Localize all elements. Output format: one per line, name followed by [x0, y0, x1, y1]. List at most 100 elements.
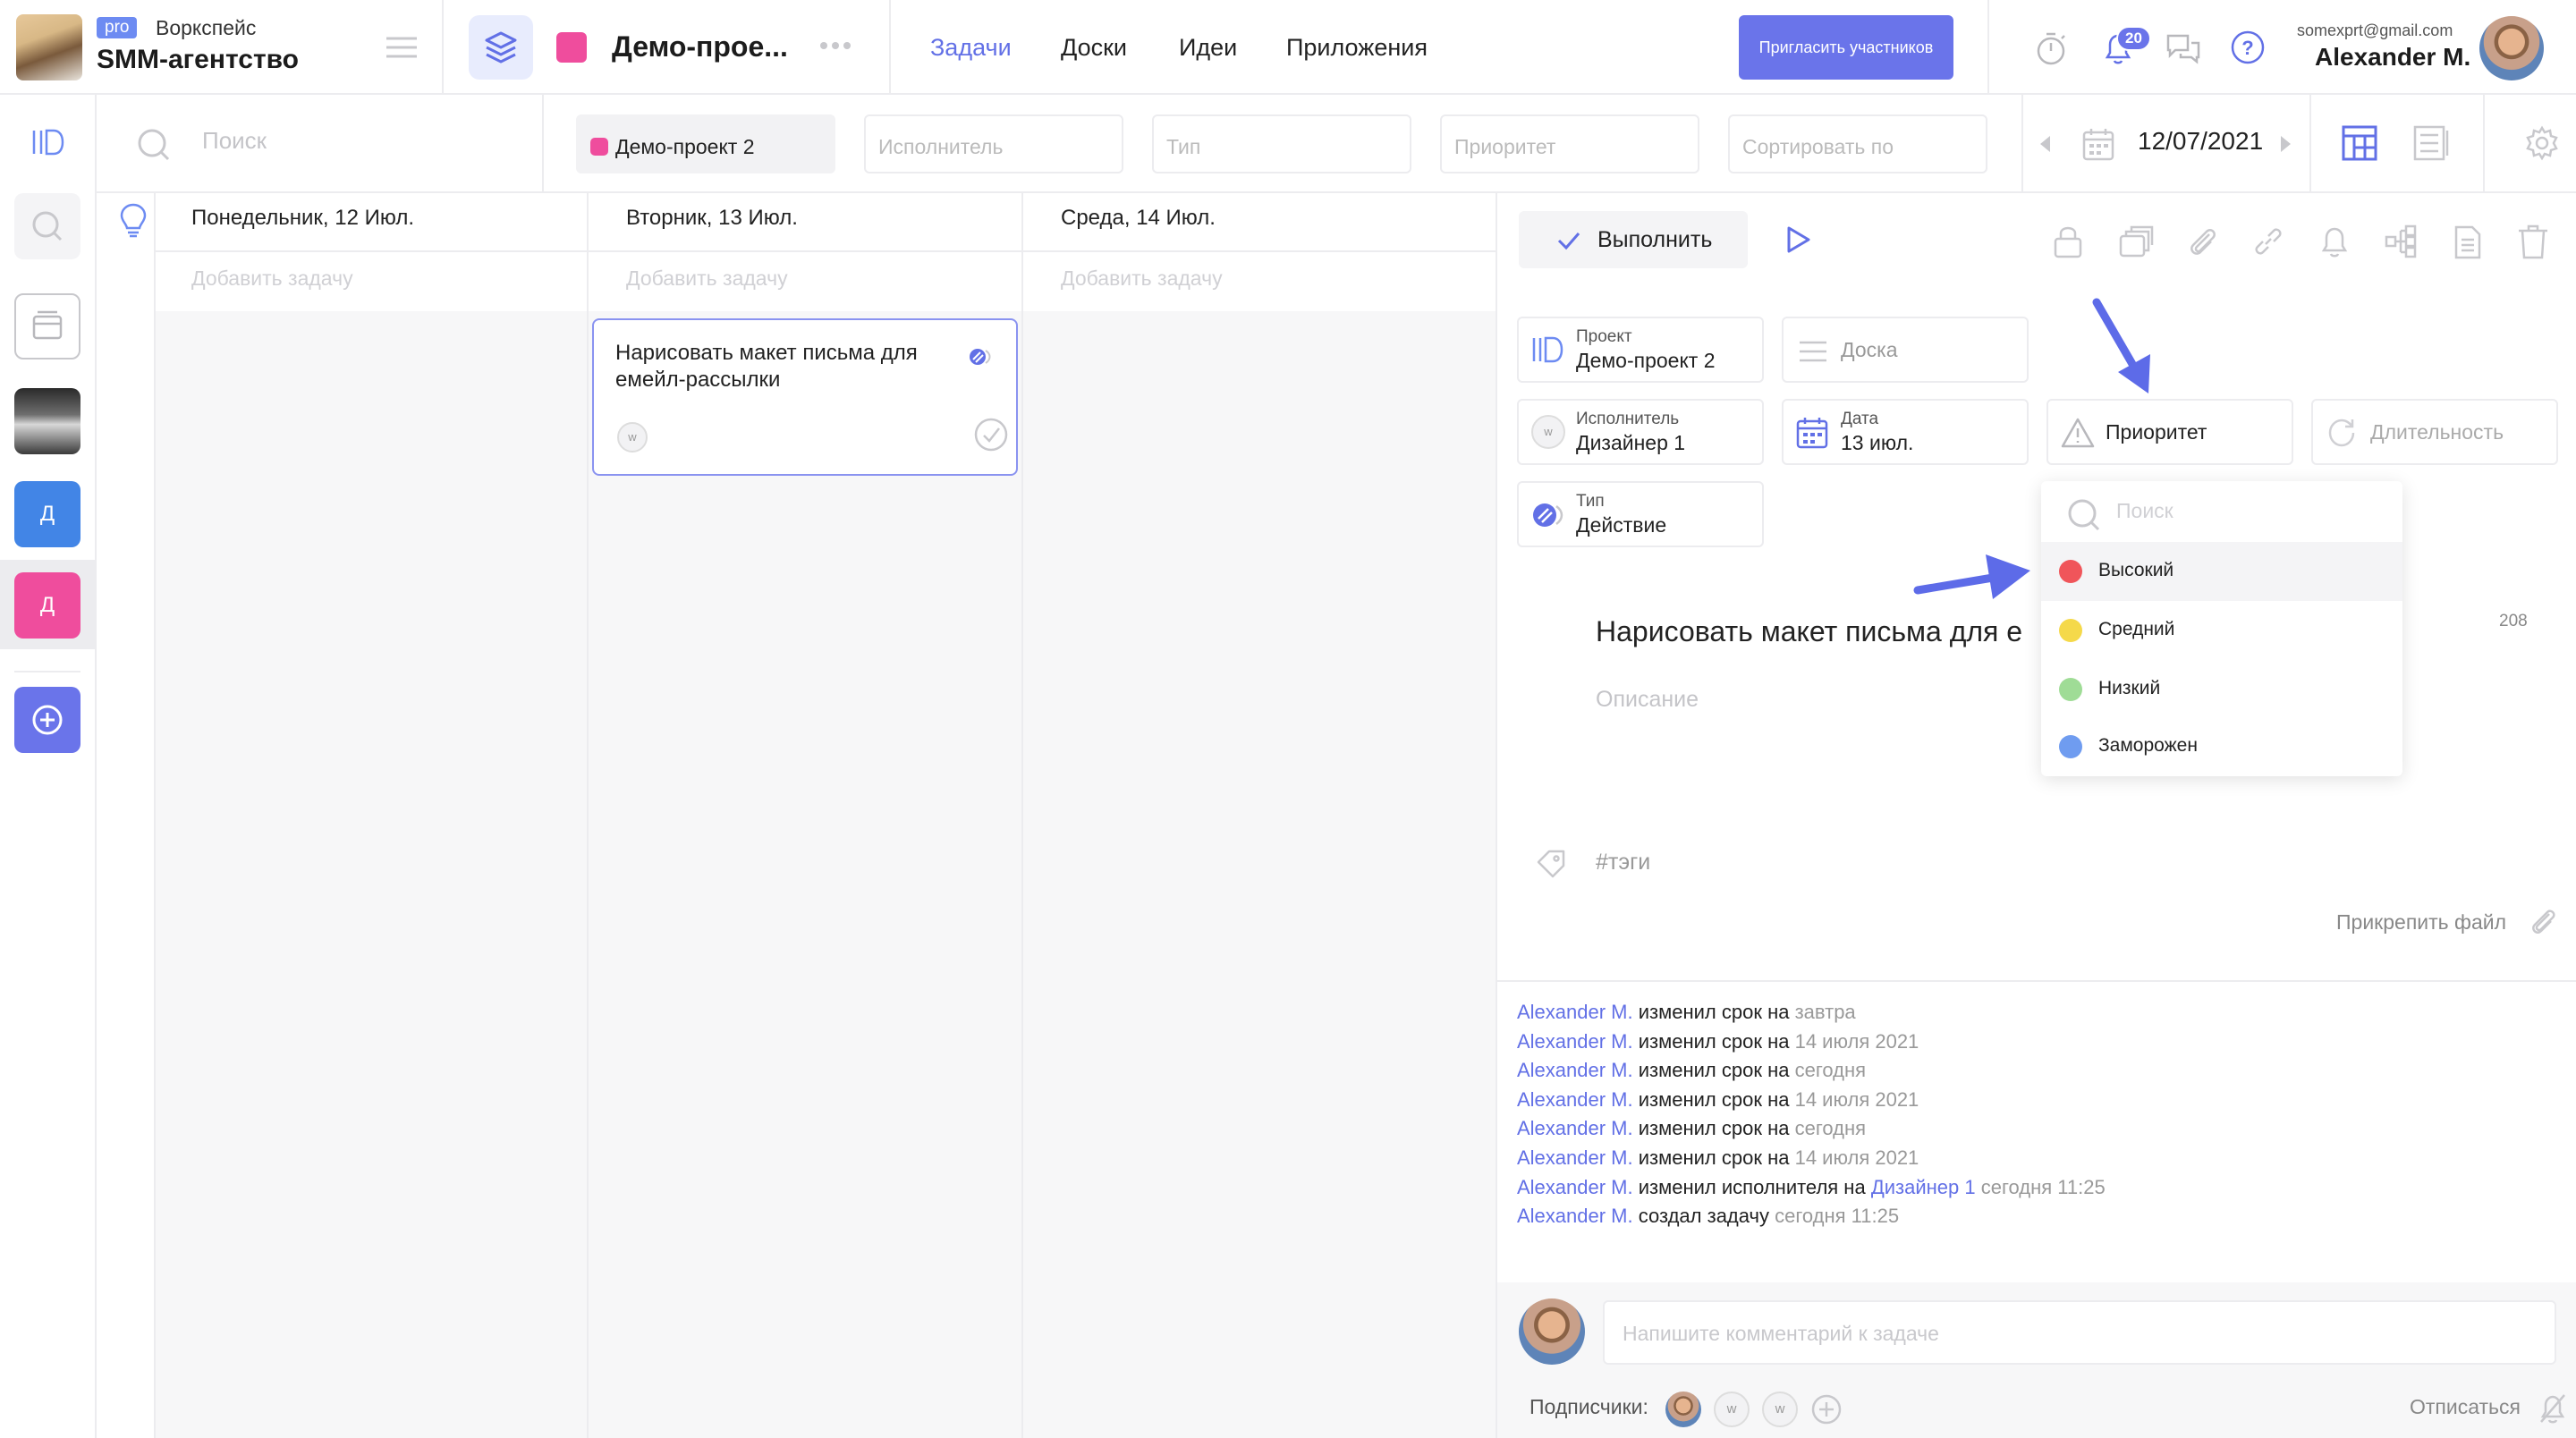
project-filter[interactable]: Демо-проект 2 [576, 114, 835, 173]
annotation-arrow-down [2089, 295, 2161, 402]
complete-check-icon[interactable] [973, 417, 1009, 453]
add-task-tue[interactable]: Добавить задачу [626, 266, 788, 291]
check-icon [1557, 233, 1580, 250]
project-color-square [556, 32, 587, 63]
inbox-icon [32, 310, 63, 340]
ideas-column [97, 193, 156, 1438]
workspace-name[interactable]: SMM-агентство [97, 45, 299, 75]
activity-item: Alexander M. изменил срок на 14 июля 202… [1517, 1087, 1919, 1111]
timer-icon[interactable] [2034, 30, 2068, 66]
bell-off-icon[interactable] [2538, 1393, 2567, 1424]
nav-apps[interactable]: Приложения [1286, 34, 1428, 62]
assignee-filter[interactable]: Исполнитель [864, 114, 1123, 173]
calendar-icon [1796, 418, 1828, 449]
priority-filter[interactable]: Приоритет [1440, 114, 1699, 173]
subscriber-avatar[interactable] [1665, 1391, 1701, 1427]
trash-icon[interactable] [2517, 224, 2549, 259]
activity-log: Alexander M. изменил срок на завтра Alex… [1517, 998, 2106, 1231]
lock-icon[interactable] [2052, 224, 2084, 259]
prev-arrow-icon[interactable] [2038, 134, 2052, 154]
reminder-bell-icon[interactable] [2317, 224, 2352, 259]
paperclip-icon[interactable] [2526, 905, 2558, 937]
task-detail-panel: Выполнить Проект Демо-проект 2 Доска w И… [1496, 193, 2576, 1438]
warning-triangle-icon [2061, 418, 2095, 448]
add-task-wed[interactable]: Добавить задачу [1061, 266, 1223, 291]
complete-button[interactable]: Выполнить [1519, 211, 1748, 268]
task-card-assignee[interactable]: w [617, 422, 648, 453]
char-counter: 208 [2499, 612, 2528, 630]
list-view-icon[interactable] [2413, 125, 2449, 161]
assignee-chip[interactable]: w Исполнитель Дизайнер 1 [1517, 399, 1764, 465]
search-icon [136, 127, 172, 163]
subscriber-avatar[interactable]: w [1714, 1391, 1750, 1427]
project-chip[interactable]: Проект Демо-проект 2 [1517, 317, 1764, 383]
priority-option-frozen[interactable]: Заморожен [2041, 717, 2402, 776]
search-icon [32, 211, 63, 241]
document-icon[interactable] [2449, 224, 2485, 259]
date-chip[interactable]: Дата 13 июл. [1782, 399, 2029, 465]
board-chip[interactable]: Доска [1782, 317, 2029, 383]
paperclip-icon[interactable] [2184, 224, 2220, 259]
day-header-wed: Среда, 14 Июл. [1061, 206, 1216, 230]
user-name[interactable]: Alexander M. [2315, 43, 2470, 72]
sidebar-project-d-blue[interactable]: Д [14, 481, 80, 547]
workspace-logo[interactable] [16, 14, 82, 80]
priority-dropdown: Поиск Высокий Средний Низкий Заморожен [2041, 481, 2402, 776]
priority-option-high[interactable]: Высокий [2041, 542, 2402, 601]
subtasks-tree-icon[interactable] [2383, 224, 2419, 259]
sort-filter[interactable]: Сортировать по [1728, 114, 1987, 173]
add-task-mon[interactable]: Добавить задачу [191, 266, 353, 291]
attach-file-link[interactable]: Прикрепить файл [2336, 910, 2506, 935]
link-icon[interactable] [2250, 224, 2286, 259]
user-avatar[interactable] [2479, 16, 2544, 80]
priority-option-low[interactable]: Низкий [2041, 660, 2402, 719]
tags-input[interactable]: #тэги [1596, 850, 1650, 875]
help-icon[interactable]: ? [2229, 29, 2267, 66]
plus-circle-icon [32, 705, 63, 735]
more-dots-icon[interactable] [819, 41, 852, 50]
subscriber-avatar[interactable]: w [1762, 1391, 1798, 1427]
comment-input[interactable]: Напишите комментарий к задаче [1603, 1300, 2556, 1365]
add-subscriber-icon[interactable] [1810, 1393, 1843, 1425]
unsubscribe-link[interactable]: Отписаться [2410, 1395, 2521, 1419]
sidebar-project-d-pink[interactable]: Д [14, 572, 80, 639]
add-project-button[interactable] [14, 687, 80, 753]
nav-tasks[interactable]: Задачи [930, 34, 1012, 62]
workspace-label: Воркспейс [156, 16, 257, 39]
search-input[interactable]: Поиск [202, 127, 267, 155]
type-filter[interactable]: Тип [1152, 114, 1411, 173]
task-card-title: Нарисовать макет письма для емейл-рассыл… [615, 341, 918, 392]
layers-icon [485, 31, 517, 63]
sidebar-inbox-button[interactable] [14, 293, 80, 360]
lightbulb-icon[interactable] [118, 202, 148, 238]
date-value[interactable]: 12/07/2021 [2138, 127, 2263, 156]
invite-button[interactable]: Пригласить участников [1739, 15, 1953, 80]
week-view-icon[interactable] [2342, 125, 2377, 161]
task-title-input[interactable]: Нарисовать макет письма для е [1596, 615, 2022, 648]
nav-boards[interactable]: Доски [1061, 34, 1127, 62]
chat-icon[interactable] [2165, 30, 2202, 66]
calendar-icon[interactable] [2082, 127, 2114, 161]
menu-icon[interactable] [386, 36, 417, 59]
activity-item: Alexander M. изменил срок на 14 июля 202… [1517, 1029, 1919, 1053]
comment-section: Напишите комментарий к задаче Подписчики… [1497, 1282, 2576, 1438]
task-card[interactable]: Нарисовать макет письма для емейл-рассыл… [592, 318, 1018, 476]
activity-item: Alexander M. изменил срок на завтра [1517, 1001, 1856, 1023]
projects-stack-button[interactable] [469, 15, 533, 80]
nav-ideas[interactable]: Идеи [1179, 34, 1237, 62]
priority-search-input[interactable]: Поиск [2116, 499, 2174, 523]
next-arrow-icon[interactable] [2279, 134, 2293, 154]
priority-option-medium[interactable]: Средний [2041, 601, 2402, 660]
description-input[interactable]: Описание [1596, 687, 1699, 713]
priority-chip[interactable]: Приоритет [2046, 399, 2293, 465]
project-title[interactable]: Демо-прое... [612, 30, 788, 63]
duration-chip[interactable]: Длительность [2311, 399, 2558, 465]
projects-icon[interactable] [32, 129, 64, 156]
workspace-avatar[interactable] [14, 388, 80, 454]
type-chip[interactable]: Тип Действие [1517, 481, 1764, 547]
sidebar-search-button[interactable] [14, 193, 80, 259]
settings-gear-icon[interactable] [2524, 125, 2560, 161]
plan-badge: pro [97, 17, 138, 38]
play-icon[interactable] [1785, 225, 1812, 254]
copy-cards-icon[interactable] [2118, 224, 2154, 259]
